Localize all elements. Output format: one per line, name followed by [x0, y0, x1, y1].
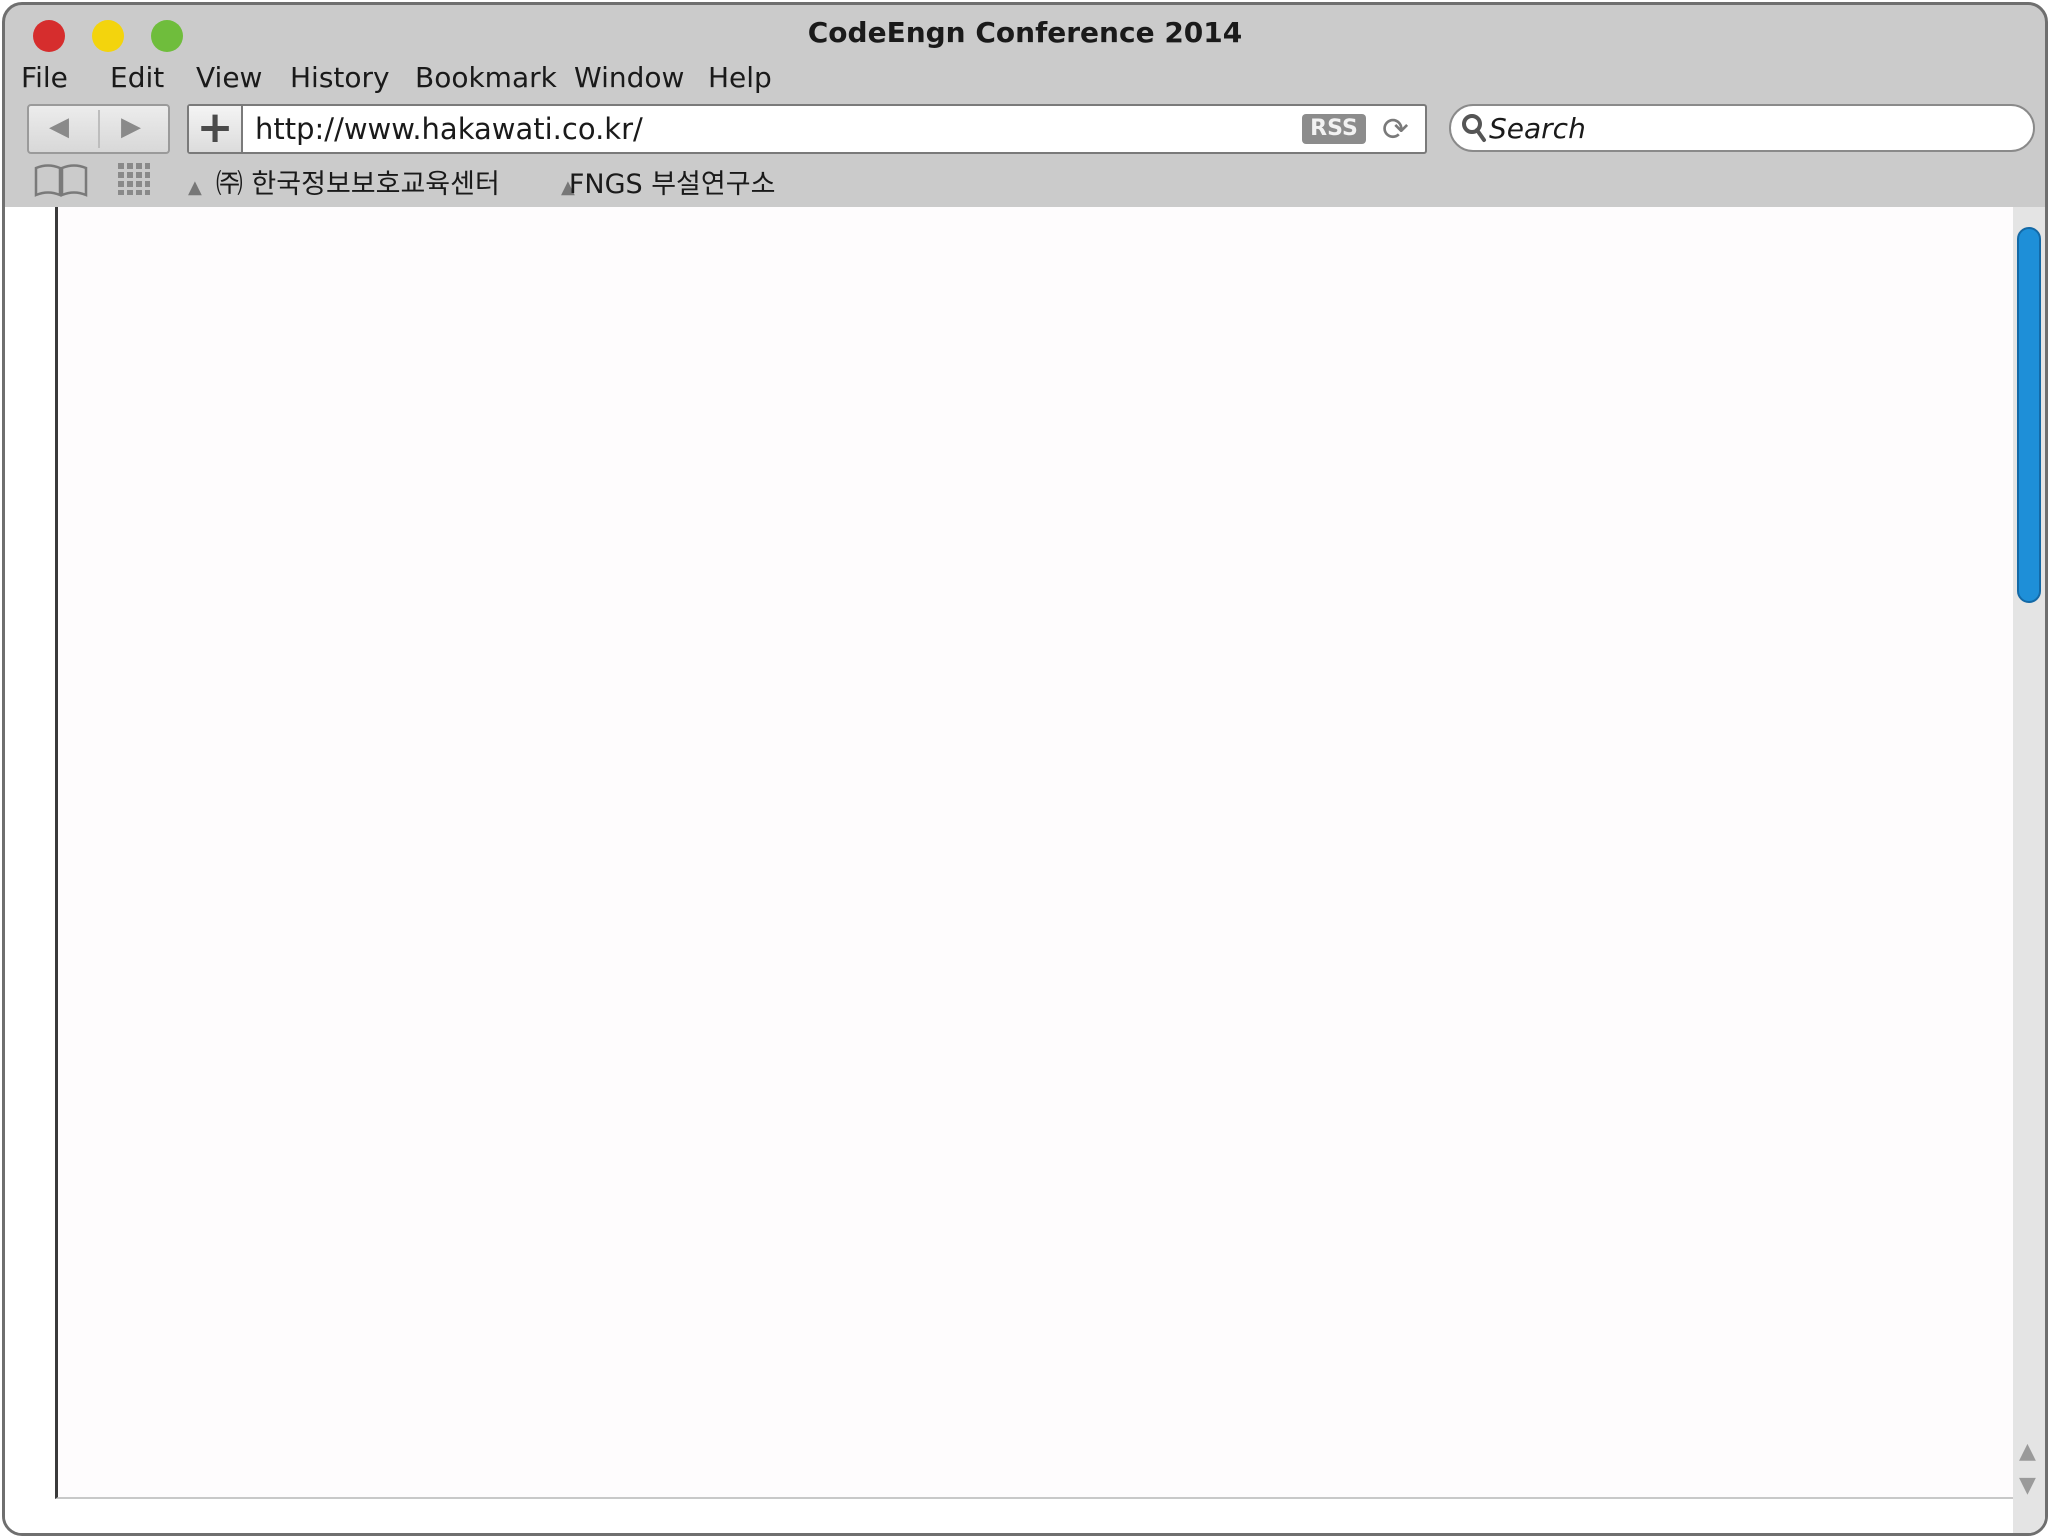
scroll-down-icon[interactable]: ▼ [2019, 1473, 2036, 1498]
grid-icon[interactable] [117, 162, 151, 200]
scroll-up-icon[interactable]: ▲ [2019, 1439, 2036, 1464]
folder-triangle-icon: ▲ [188, 177, 202, 198]
vertical-scrollbar[interactable]: ▲ ▼ [2013, 207, 2045, 1533]
bookmarks-bar: ▲ ㈜ 한국정보보호교육센터 ▲FNGS 부설연구소 [5, 154, 2045, 206]
bookmark-label: FNGS 부설연구소 [568, 169, 776, 200]
menu-bar: File Edit View History Bookmark Window H… [5, 57, 2045, 101]
status-strip [5, 1499, 2045, 1533]
nav-divider [98, 110, 100, 148]
menu-bookmark[interactable]: Bookmark [415, 61, 557, 94]
menu-edit[interactable]: Edit [110, 61, 164, 94]
menu-history[interactable]: History [290, 61, 390, 94]
search-box[interactable] [1449, 104, 2035, 152]
bookmark-label: ㈜ 한국정보보호교육센터 [215, 169, 500, 200]
browser-window: CodeEngn Conference 2014 File Edit View … [2, 2, 2048, 1536]
forward-button[interactable]: ▶ [121, 112, 141, 142]
add-bookmark-button[interactable]: + [189, 106, 243, 152]
address-bar[interactable]: + http://www.hakawati.co.kr/ RSS ⟳ [187, 104, 1427, 154]
reload-icon[interactable]: ⟳ [1382, 110, 1409, 148]
bookmark-item[interactable]: ▲ ㈜ 한국정보보호교육센터 [188, 162, 500, 201]
menu-view[interactable]: View [196, 61, 262, 94]
menu-window[interactable]: Window [574, 61, 684, 94]
navigation-buttons: ◀ ▶ [27, 104, 170, 154]
window-title: CodeEngn Conference 2014 [807, 16, 1243, 49]
page-content[interactable] [55, 207, 2016, 1499]
rss-button[interactable]: RSS [1302, 114, 1366, 144]
search-input[interactable] [1487, 110, 2011, 146]
left-margin [5, 207, 55, 1533]
url-field[interactable]: http://www.hakawati.co.kr/ [255, 112, 643, 146]
menu-help[interactable]: Help [708, 61, 772, 94]
menu-file[interactable]: File [21, 61, 68, 94]
magnifier-icon [1461, 113, 1487, 147]
book-open-icon[interactable] [33, 162, 89, 202]
bookmark-item[interactable]: ▲FNGS 부설연구소 [561, 162, 775, 201]
back-button[interactable]: ◀ [49, 112, 69, 142]
title-bar: CodeEngn Conference 2014 [5, 5, 2045, 63]
scrollbar-thumb[interactable] [2017, 227, 2041, 603]
